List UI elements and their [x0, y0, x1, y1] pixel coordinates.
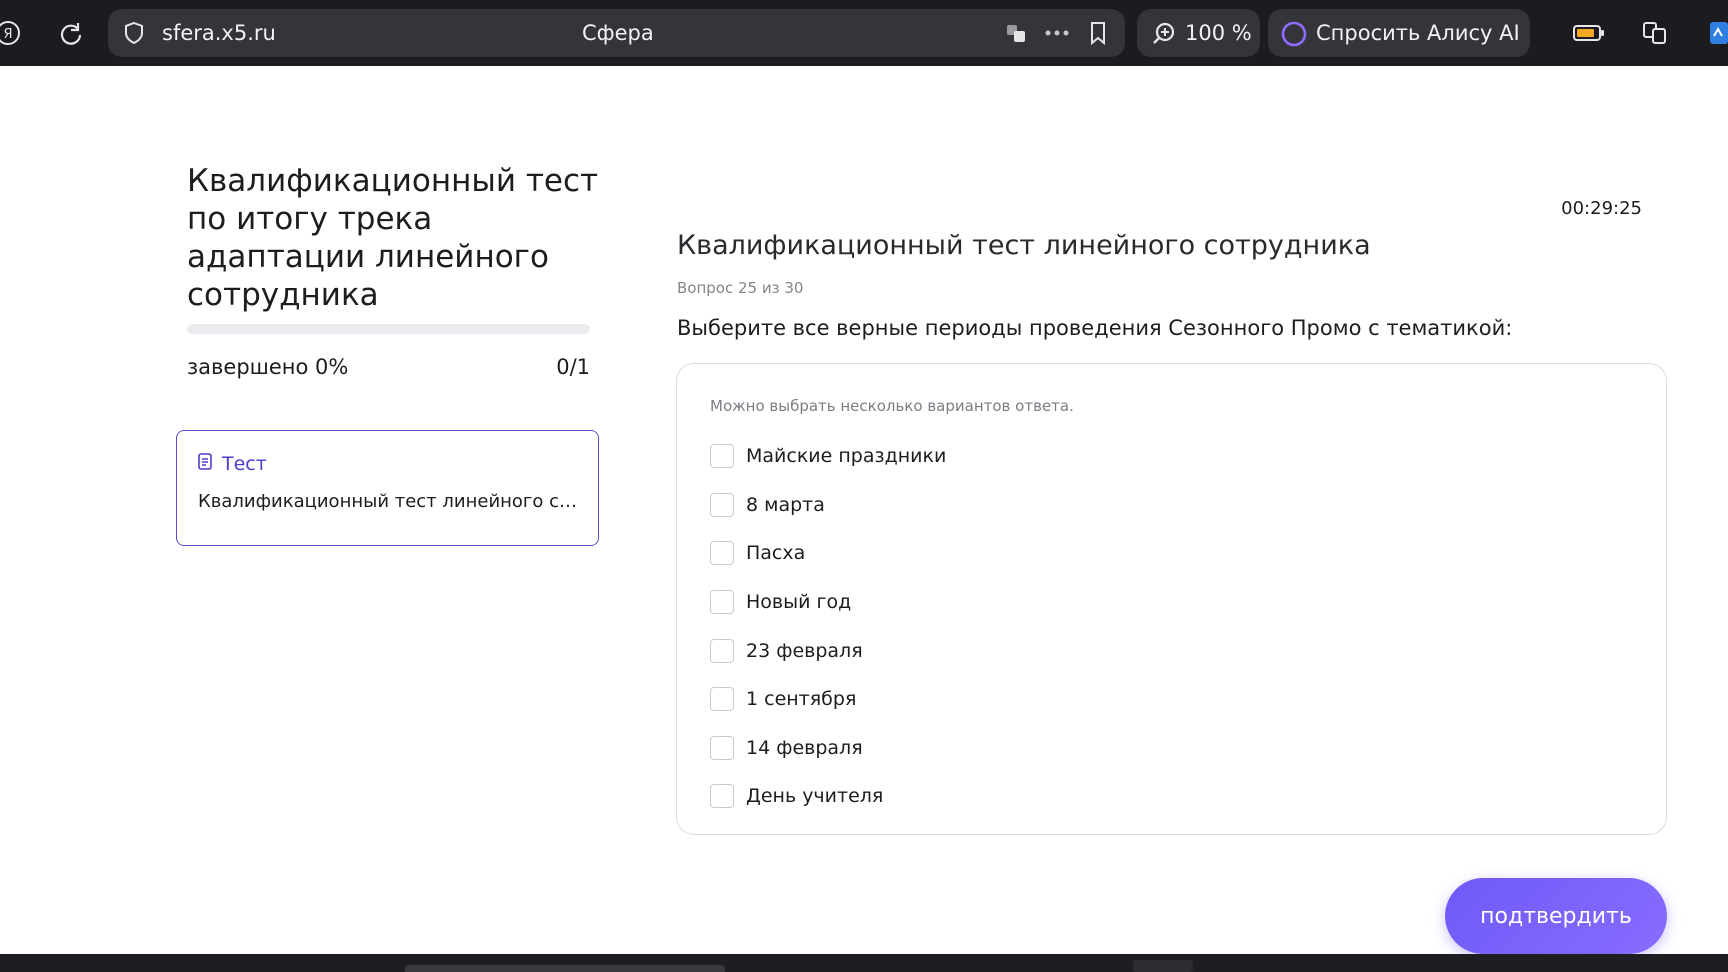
progress-count: 0/1 — [556, 355, 590, 379]
checkbox[interactable] — [710, 784, 734, 809]
answers-hint: Можно выбрать несколько вариантов ответа… — [710, 397, 1074, 415]
browser-toolbar: Я sfera.x5.ru Сфера 100 % Спросить Алису… — [0, 0, 1728, 66]
alice-label: Спросить Алису AI — [1316, 21, 1520, 45]
track-title: Квалификационный тест по итогу трека ада… — [187, 163, 599, 313]
checkbox[interactable] — [710, 444, 734, 469]
zoom-control[interactable]: 100 % — [1137, 9, 1260, 57]
answer-option-label: 8 марта — [746, 493, 825, 516]
taskbar-item[interactable] — [405, 965, 725, 972]
os-taskbar — [0, 954, 1728, 972]
checkbox[interactable] — [710, 638, 734, 663]
checkbox[interactable] — [710, 541, 734, 566]
document-icon — [198, 453, 212, 475]
battery-icon[interactable] — [1572, 20, 1606, 46]
alice-icon — [1280, 20, 1308, 48]
test-card-title: Квалификационный тест линейного сотрудни… — [198, 491, 583, 512]
url-text[interactable]: sfera.x5.ru — [162, 21, 276, 45]
bookmark-icon[interactable] — [1086, 21, 1110, 45]
svg-text:Я: Я — [3, 27, 12, 42]
answer-option[interactable]: 14 февраля — [710, 724, 946, 773]
confirm-button[interactable]: подтвердить — [1445, 878, 1667, 954]
test-tag: Тест — [198, 453, 267, 475]
checkbox[interactable] — [710, 590, 734, 615]
answer-options: Майские праздники 8 марта Пасха Новый го… — [710, 432, 946, 821]
answer-option-label: День учителя — [746, 785, 884, 808]
progress-label: завершено 0% — [187, 355, 349, 379]
test-card[interactable]: Тест Квалификационный тест линейного сот… — [176, 430, 599, 546]
tab-title: Сфера — [582, 21, 654, 45]
answer-option[interactable]: 23 февраля — [710, 626, 946, 675]
app-icon[interactable] — [1708, 20, 1728, 46]
alice-button[interactable]: Спросить Алису AI — [1268, 9, 1530, 57]
answer-option[interactable]: Майские праздники — [710, 432, 946, 481]
answer-option-label: 23 февраля — [746, 639, 863, 662]
progress-bar — [187, 324, 590, 334]
answer-option-label: Пасха — [746, 542, 806, 565]
checkbox[interactable] — [710, 492, 734, 517]
checkbox[interactable] — [710, 687, 734, 712]
test-tag-label: Тест — [222, 453, 267, 475]
reload-icon[interactable] — [56, 19, 86, 49]
answer-option-label: 1 сентября — [746, 688, 857, 711]
zoom-icon[interactable] — [1151, 21, 1177, 47]
shield-icon[interactable] — [122, 21, 146, 45]
checkbox[interactable] — [710, 735, 734, 760]
taskbar-item[interactable] — [1133, 960, 1193, 972]
address-bar[interactable]: sfera.x5.ru Сфера — [108, 9, 1125, 57]
answer-option[interactable]: Пасха — [710, 529, 946, 578]
translate-icon[interactable] — [1004, 21, 1028, 45]
yandex-icon[interactable]: Я — [0, 19, 22, 47]
answer-option[interactable]: 8 марта — [710, 481, 946, 530]
timer: 00:29:25 — [1561, 198, 1642, 219]
more-icon[interactable] — [1043, 21, 1071, 45]
answer-option[interactable]: День учителя — [710, 772, 946, 821]
answers-panel: Можно выбрать несколько вариантов ответа… — [676, 363, 1667, 835]
zoom-level: 100 % — [1185, 21, 1252, 45]
test-heading: Квалификационный тест линейного сотрудни… — [677, 230, 1371, 261]
question-counter: Вопрос 25 из 30 — [677, 279, 804, 297]
extensions-icon[interactable] — [1640, 18, 1670, 48]
question-text: Выберите все верные периоды проведения С… — [677, 316, 1513, 340]
answer-option[interactable]: Новый год — [710, 578, 946, 627]
answer-option-label: Майские праздники — [746, 445, 947, 468]
answer-option[interactable]: 1 сентября — [710, 675, 946, 724]
answer-option-label: 14 февраля — [746, 736, 863, 759]
answer-option-label: Новый год — [746, 591, 852, 614]
